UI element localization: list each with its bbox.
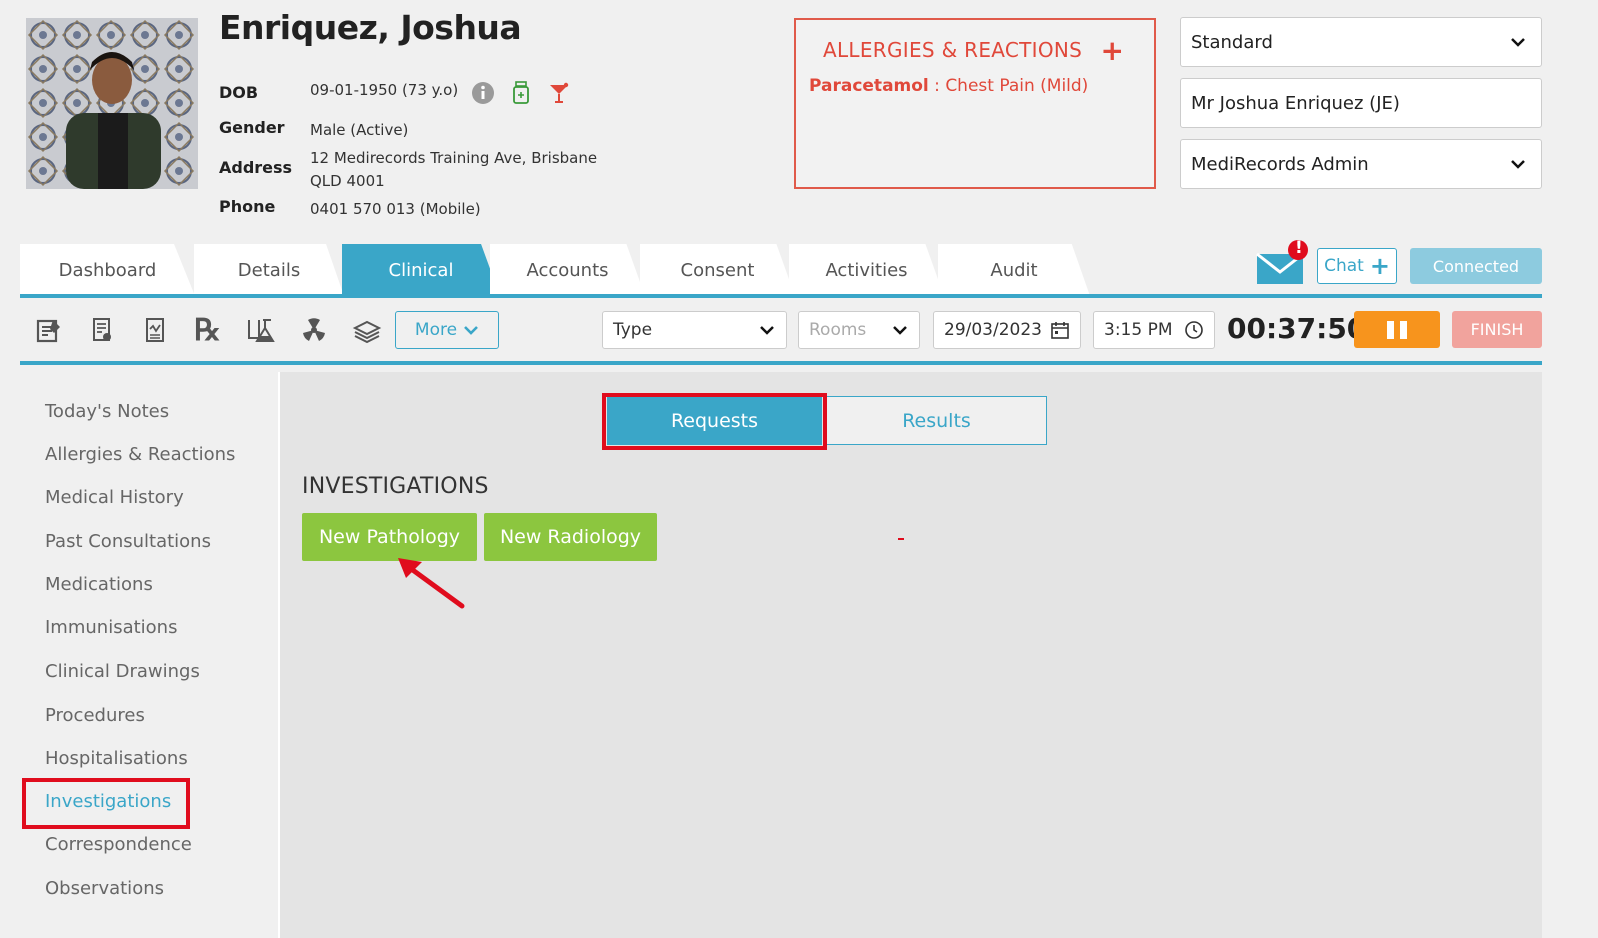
sidebar-item-procedures[interactable]: Procedures — [45, 705, 145, 726]
new-radiology-button[interactable]: New Radiology — [484, 513, 657, 561]
message-alert-badge: ! — [1295, 238, 1303, 258]
patient-photo — [26, 18, 198, 189]
patient-name: Enriquez, Joshua — [219, 8, 522, 47]
main-panel — [280, 372, 1542, 938]
pause-icon — [1387, 320, 1394, 339]
tab-details[interactable]: Details — [194, 244, 344, 296]
add-allergy-button[interactable]: + — [1101, 34, 1124, 67]
plus-icon: + — [1369, 252, 1390, 280]
sidebar-item-observations[interactable]: Observations — [45, 878, 164, 899]
allergy-reaction: Chest Pain (Mild) — [945, 76, 1089, 96]
allergy-drug: Paracetamol — [809, 76, 929, 96]
more-button[interactable]: More — [395, 311, 499, 349]
report-icon[interactable] — [128, 312, 181, 348]
cocktail-glass-icon[interactable] — [546, 80, 572, 106]
gender-label: Gender — [219, 118, 285, 137]
lab-flask-icon[interactable] — [234, 312, 287, 348]
type-select-value: Type — [613, 320, 653, 340]
address-label: Address — [219, 158, 293, 177]
pause-icon — [1400, 320, 1407, 339]
practitioner-field[interactable]: Mr Joshua Enriquez (JE) — [1180, 78, 1542, 128]
tab-clinical[interactable]: Clinical — [342, 244, 500, 296]
allergy-separator: : — [928, 76, 946, 96]
info-icon[interactable] — [470, 80, 496, 106]
pause-button[interactable] — [1354, 311, 1440, 348]
chat-label: Chat — [1324, 256, 1364, 276]
tab-accounts[interactable]: Accounts — [490, 244, 645, 296]
phone-value: 0401 570 013 (Mobile) — [310, 200, 481, 218]
sidebar-item-todays-notes[interactable]: Today's Notes — [45, 401, 169, 422]
main-tabs: Dashboard Details Clinical Accounts Cons… — [20, 244, 1100, 296]
user-select[interactable]: MediRecords Admin — [1180, 139, 1542, 189]
rooms-select-value: Rooms — [809, 320, 867, 340]
template-select[interactable]: Standard — [1180, 17, 1542, 67]
type-select[interactable]: Type — [602, 311, 787, 349]
clinical-sidebar: Today's Notes Allergies & Reactions Medi… — [20, 372, 278, 938]
tab-consent[interactable]: Consent — [640, 244, 795, 296]
dob-label: DOB — [219, 83, 259, 102]
allergies-panel: ALLERGIES & REACTIONS + Paracetamol : Ch… — [794, 18, 1156, 189]
radiation-icon[interactable] — [287, 312, 340, 348]
sidebar-item-allergies[interactable]: Allergies & Reactions — [45, 444, 235, 465]
notes-icon[interactable] — [22, 312, 75, 348]
sidebar-item-past-consultations[interactable]: Past Consultations — [45, 531, 211, 552]
time-input[interactable]: 3:15 PM — [1093, 311, 1215, 349]
tab-dashboard[interactable]: Dashboard — [20, 244, 195, 296]
time-value: 3:15 PM — [1104, 320, 1173, 340]
sidebar-item-medical-history[interactable]: Medical History — [45, 487, 184, 508]
tab-underline — [20, 294, 1542, 298]
sidebar-item-correspondence[interactable]: Correspondence — [45, 834, 192, 855]
user-select-value: MediRecords Admin — [1191, 153, 1369, 175]
tab-activities[interactable]: Activities — [789, 244, 944, 296]
chevron-down-icon — [893, 326, 907, 335]
chevron-down-icon — [1511, 38, 1525, 47]
date-input[interactable]: 29/03/2023 — [933, 311, 1081, 349]
allergies-title: ALLERGIES & REACTIONS — [823, 38, 1083, 62]
date-value: 29/03/2023 — [944, 320, 1042, 340]
investigations-title: INVESTIGATIONS — [302, 474, 489, 499]
clinical-toolbar: ℞ — [22, 312, 393, 348]
address-line2: QLD 4001 — [310, 172, 385, 190]
requests-highlight-box — [602, 393, 827, 450]
medication-bottle-icon[interactable] — [508, 80, 534, 106]
investigations-highlight-box — [22, 778, 190, 829]
rooms-select[interactable]: Rooms — [798, 311, 920, 349]
sidebar-item-clinical-drawings[interactable]: Clinical Drawings — [45, 661, 200, 682]
messages-button[interactable]: ! — [1256, 238, 1312, 286]
tab-audit[interactable]: Audit — [938, 244, 1090, 296]
practitioner-value: Mr Joshua Enriquez (JE) — [1191, 92, 1400, 114]
more-label: More — [414, 320, 458, 340]
calendar-icon — [1051, 322, 1069, 339]
finish-button[interactable]: FINISH — [1452, 311, 1542, 348]
clock-icon — [1185, 321, 1203, 339]
prescription-icon[interactable]: ℞ — [181, 312, 234, 348]
pointer-arrow-icon — [398, 558, 465, 609]
consult-timer: 00:37:50 — [1227, 312, 1367, 345]
phone-label: Phone — [219, 197, 276, 216]
allergy-entry[interactable]: Paracetamol : Chest Pain (Mild) — [809, 76, 1088, 96]
education-icon[interactable] — [340, 312, 393, 348]
connected-button[interactable]: Connected — [1410, 248, 1542, 284]
chevron-down-icon — [760, 326, 774, 335]
sidebar-item-medications[interactable]: Medications — [45, 574, 153, 595]
envelope-icon — [1256, 240, 1308, 284]
template-select-value: Standard — [1191, 31, 1273, 53]
dob-icons — [470, 80, 572, 106]
document-icon[interactable] — [75, 312, 128, 348]
sidebar-item-hospitalisations[interactable]: Hospitalisations — [45, 748, 188, 769]
results-tab[interactable]: Results — [826, 396, 1047, 445]
address-line1: 12 Medirecords Training Ave, Brisbane — [310, 149, 598, 167]
dob-value: 09-01-1950 (73 y.o) — [310, 81, 459, 99]
toolbar-underline — [20, 361, 1542, 365]
chevron-down-icon — [1511, 160, 1525, 169]
red-mark — [898, 538, 904, 540]
sidebar-item-immunisations[interactable]: Immunisations — [45, 617, 177, 638]
chat-button[interactable]: Chat + — [1317, 248, 1397, 284]
gender-value: Male (Active) — [310, 121, 409, 139]
chevron-down-icon — [464, 326, 478, 335]
